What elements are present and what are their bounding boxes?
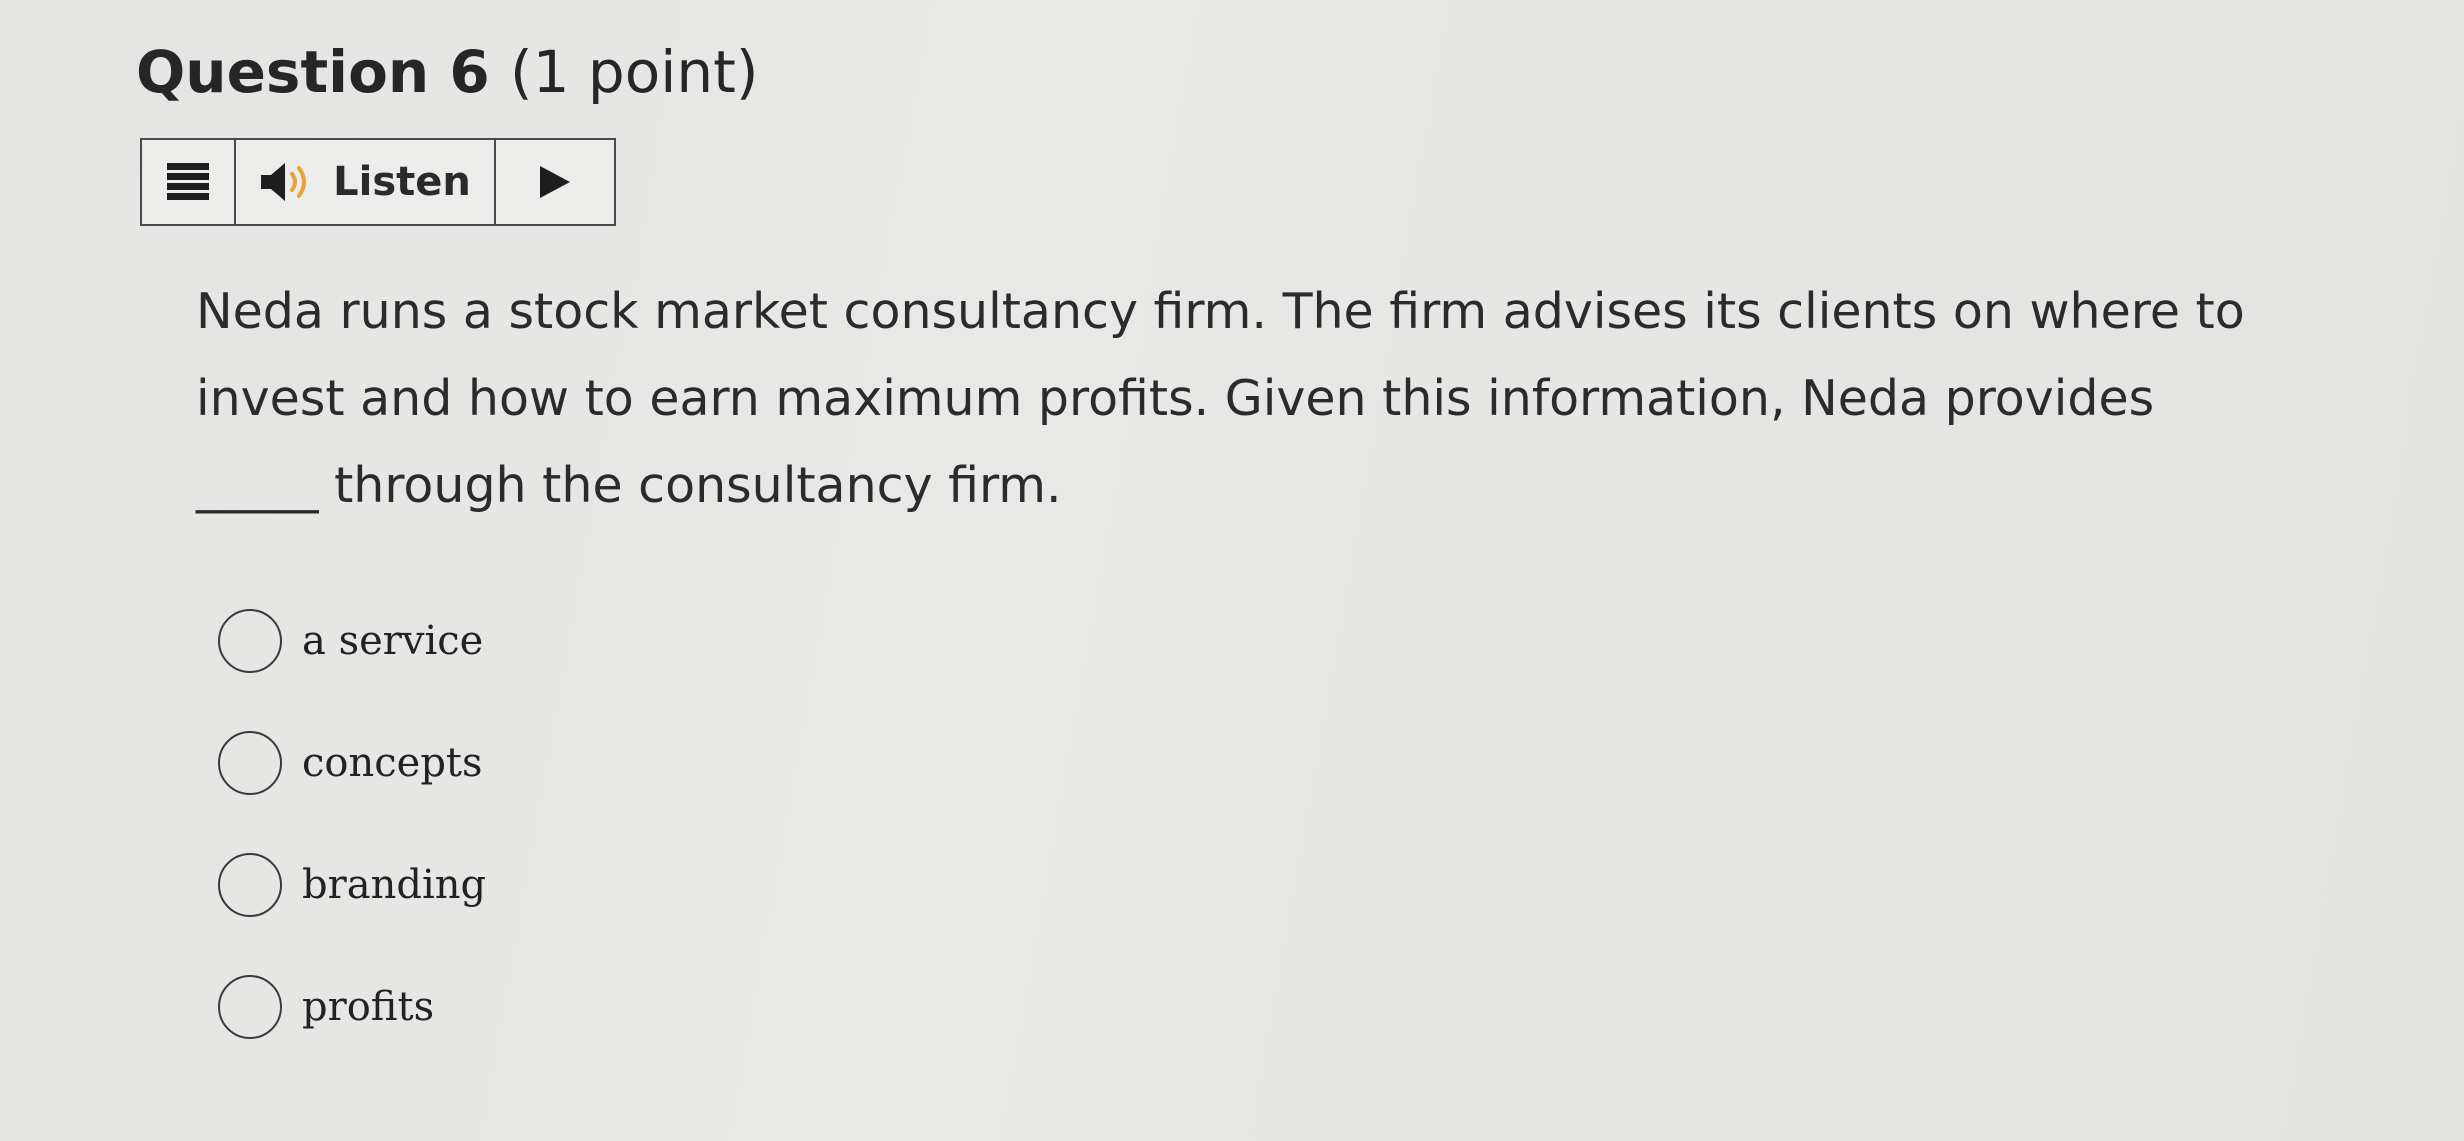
radio-button[interactable] — [218, 731, 282, 795]
option-concepts[interactable]: concepts — [218, 728, 486, 798]
question-text-line: _____ through the consultancy firm. — [196, 457, 1062, 514]
radio-button[interactable] — [218, 609, 282, 673]
option-a-service[interactable]: a service — [218, 606, 486, 676]
hamburger-menu-icon — [167, 163, 209, 200]
radio-button[interactable] — [218, 975, 282, 1039]
question-number: Question 6 — [136, 38, 490, 106]
play-icon — [540, 166, 570, 198]
option-label: profits — [302, 984, 435, 1030]
option-label: branding — [302, 862, 487, 908]
option-branding[interactable]: branding — [218, 850, 486, 920]
answer-options: a service concepts branding profits — [218, 606, 486, 1094]
question-text-line: Neda runs a stock market consultancy fir… — [196, 283, 2245, 340]
listen-toolbar: Listen — [140, 138, 616, 226]
listen-label: Listen — [333, 159, 471, 205]
question-text-line: invest and how to earn maximum profits. … — [196, 370, 2155, 427]
question-text: Neda runs a stock market consultancy fir… — [196, 268, 2426, 529]
question-title: Question 6 (1 point) — [136, 38, 758, 106]
menu-button[interactable] — [142, 140, 236, 224]
option-label: concepts — [302, 740, 483, 786]
speaker-icon — [261, 163, 307, 201]
option-profits[interactable]: profits — [218, 972, 486, 1042]
question-points: (1 point) — [509, 38, 759, 106]
play-button[interactable] — [496, 140, 614, 224]
option-label: a service — [302, 618, 484, 664]
radio-button[interactable] — [218, 853, 282, 917]
listen-button[interactable]: Listen — [236, 140, 496, 224]
